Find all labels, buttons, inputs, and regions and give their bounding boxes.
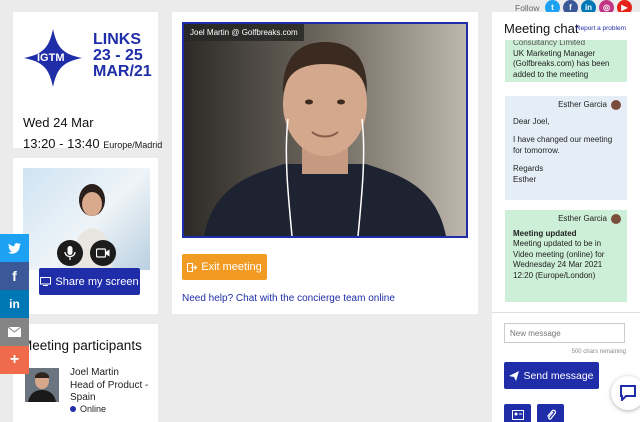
participant-avatar [25, 368, 59, 402]
chat-messages[interactable]: Consultancy Limited UK Marketing Manager… [492, 40, 640, 306]
concierge-help-link[interactable]: Need help? Chat with the concierge team … [182, 293, 395, 304]
microphone-icon [64, 246, 76, 260]
chat-line: Regards [513, 164, 544, 173]
logo-line2: 23 - 25 [93, 47, 143, 64]
share-linkedin-button[interactable]: in [0, 290, 29, 318]
facebook-icon: f [12, 268, 17, 284]
online-dot-icon [70, 406, 76, 412]
share-twitter-button[interactable] [0, 234, 29, 262]
chat-line: I have changed our meeting for tomorrow. [513, 135, 613, 155]
remote-video-feed: Joel Martin @ Golfbreaks.com [182, 22, 468, 238]
chat-line: Esther [513, 174, 537, 184]
share-email-button[interactable] [0, 318, 29, 346]
exit-meeting-label: Exit meeting [201, 261, 262, 273]
instagram-icon: ◎ [603, 3, 610, 12]
event-date: Wed 24 Mar [23, 115, 94, 130]
share-screen-button[interactable]: Share my screen [39, 268, 140, 295]
logo-line1: LINKS [93, 31, 141, 48]
contact-card-button[interactable] [504, 404, 531, 422]
share-facebook-button[interactable]: f [0, 262, 29, 290]
chat-message: Consultancy Limited UK Marketing Manager… [505, 40, 627, 82]
microphone-button[interactable] [57, 240, 83, 266]
chat-sender: Esther Garcia [558, 100, 607, 109]
share-screen-label: Share my screen [55, 275, 139, 288]
report-problem-link[interactable]: Report a problem [576, 25, 626, 32]
chars-remaining: 500 chars remaining [571, 349, 626, 355]
caller-label: Joel Martin @ Golfbreaks.com [184, 24, 304, 41]
participant-role: Head of Product - Spain [70, 380, 149, 403]
participant-status-label: Online [80, 404, 107, 414]
chat-panel: Meeting chat Report a problem Consultanc… [492, 12, 640, 422]
chat-message-text: Meeting updated to be in Video meeting (… [513, 239, 605, 280]
chat-support-button[interactable] [611, 376, 640, 410]
chat-message-heading: Meeting updated [513, 228, 577, 238]
contact-card-icon [511, 410, 524, 420]
share-more-button[interactable]: + [0, 346, 29, 374]
chat-message-text: UK Marketing Manager (Golfbreaks.com) ha… [513, 48, 610, 79]
twitter-icon [8, 242, 21, 254]
chat-title: Meeting chat [504, 21, 579, 36]
exit-icon [187, 262, 198, 272]
linkedin-icon: in [9, 297, 20, 311]
send-message-button[interactable]: Send message [504, 362, 599, 389]
exit-meeting-button[interactable]: Exit meeting [182, 254, 267, 280]
event-card: IGTM LINKS 23 - 25 MAR/21 Wed 24 Mar 13:… [13, 12, 162, 151]
remote-person-image [184, 24, 466, 236]
attach-file-button[interactable] [537, 404, 564, 422]
send-message-label: Send message [523, 369, 594, 382]
main-video-card: Joel Martin @ Golfbreaks.com Exit meetin… [172, 12, 478, 314]
self-video-feed [23, 168, 150, 270]
twitter-icon: t [551, 3, 554, 12]
event-time: 13:20 - 13:40 Europe/Madrid [23, 136, 162, 151]
chat-message: Esther Garcia Dear Joel, I have changed … [505, 96, 627, 200]
sender-avatar [611, 100, 621, 110]
video-camera-button[interactable] [90, 240, 116, 266]
logo-line3: MAR/21 [93, 63, 152, 80]
monitor-icon [40, 277, 52, 286]
participant-name: Joel Martin [70, 367, 119, 378]
event-logo: IGTM LINKS 23 - 25 MAR/21 [23, 28, 153, 90]
sender-avatar [611, 214, 621, 224]
chat-sender: Esther Garcia [558, 214, 607, 223]
chat-line: Dear Joel, [513, 116, 550, 126]
facebook-icon: f [569, 3, 572, 12]
event-timezone: Europe/Madrid [103, 140, 163, 150]
participants-card: Meeting participants Joel Martin Head of… [13, 324, 158, 422]
chat-message: Esther Garcia Meeting updated Meeting up… [505, 210, 627, 302]
self-video-card: Share my screen [13, 158, 158, 314]
chat-bubble-icon [620, 385, 636, 401]
video-camera-icon [96, 248, 110, 258]
youtube-icon: ▶ [621, 3, 628, 12]
new-message-input[interactable] [504, 323, 625, 343]
participants-title: Meeting participants [21, 338, 142, 353]
participant-status: Online [70, 404, 106, 414]
email-icon [8, 327, 21, 337]
event-time-range: 13:20 - 13:40 [23, 136, 100, 151]
chat-message-partial: Consultancy Limited [513, 40, 586, 47]
linkedin-icon: in [584, 3, 593, 12]
paperclip-icon [546, 409, 556, 420]
divider [492, 312, 640, 313]
logo-acronym: IGTM [37, 52, 65, 64]
send-icon [509, 370, 520, 381]
plus-icon: + [9, 351, 20, 368]
